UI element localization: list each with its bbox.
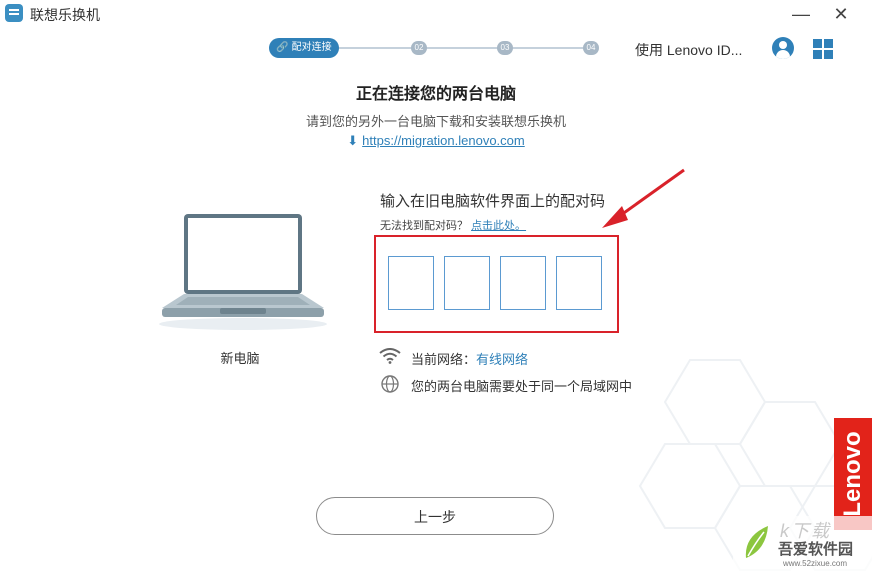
new-pc-label: 新电脑	[220, 351, 260, 366]
watermark-name: 吾爱软件园	[778, 541, 854, 558]
link-icon: 🔗	[276, 42, 289, 53]
step-2: 02	[411, 41, 427, 55]
step-3: 03	[497, 41, 513, 55]
pairing-code-title: 输入在旧电脑软件界面上的配对码	[380, 193, 606, 210]
lenovo-logo: Lenovo	[834, 418, 872, 530]
watermark-leaf-icon	[745, 526, 768, 558]
page-title: 正在连接您的两台电脑	[355, 86, 516, 103]
download-link[interactable]: https://migration.lenovo.com	[362, 133, 525, 148]
code-cell-3[interactable]	[500, 256, 546, 310]
network-label: 当前网络：	[411, 352, 477, 367]
watermark-url: www.52zixue.com	[783, 559, 848, 568]
back-button[interactable]: 上一步	[316, 497, 554, 535]
download-icon: ⬇	[347, 133, 359, 148]
pairing-help: 无法找到配对码？ 点击此处。	[380, 217, 526, 233]
network-value: 有线网络	[476, 352, 529, 367]
laptop-illustration	[159, 214, 327, 330]
app-title: 联想乐换机	[30, 7, 100, 23]
wifi-icon	[379, 348, 401, 364]
annotation-arrow	[602, 168, 685, 228]
step-1-label: 配对连接	[291, 42, 332, 53]
lenovo-id-login-link[interactable]: 使用 Lenovo ID...	[635, 40, 742, 60]
lenovo-logo-text: Lenovo	[839, 431, 866, 517]
app-icon	[5, 4, 23, 22]
stepper-track	[335, 47, 593, 49]
network-note: 您的两台电脑需要处于同一个局域网中	[411, 379, 633, 394]
close-button[interactable]: ✕	[826, 2, 856, 26]
step-4: 04	[583, 41, 599, 55]
code-cell-1[interactable]	[388, 256, 434, 310]
globe-icon	[381, 375, 399, 393]
minimize-button[interactable]: —	[786, 2, 816, 26]
page-subtitle: 请到您的另外一台电脑下载和安装联想乐换机	[305, 114, 566, 129]
user-avatar-icon[interactable]	[772, 37, 794, 59]
step-1-active: 🔗 配对连接	[269, 38, 339, 58]
pairing-help-link[interactable]: 点击此处。	[471, 220, 526, 232]
apps-grid-icon[interactable]	[813, 39, 833, 59]
download-row: ⬇ https://migration.lenovo.com	[0, 133, 872, 149]
code-cell-4[interactable]	[556, 256, 602, 310]
code-cell-2[interactable]	[444, 256, 490, 310]
pairing-help-text: 无法找到配对码？	[380, 220, 468, 232]
network-status: 当前网络：有线网络	[411, 349, 528, 368]
